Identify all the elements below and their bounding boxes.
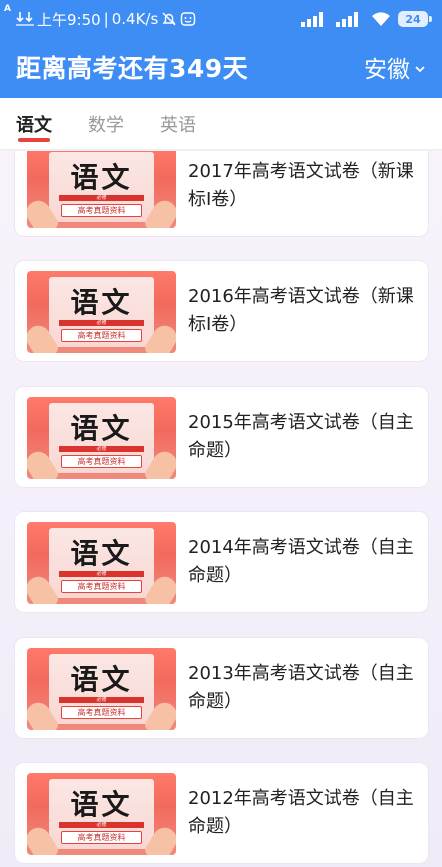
status-time: 上午9:50 — [36, 10, 101, 29]
thumbnail-band: 必修 — [59, 320, 144, 326]
signal-2-icon — [336, 11, 364, 27]
download-arrows-icon — [15, 11, 34, 27]
thumbnail-tag: 高考真题资料 — [61, 831, 142, 844]
mute-bell-icon — [161, 11, 177, 27]
paper-card[interactable]: 语文 必修 高考真题资料 2017年高考语文试卷（新课标I卷） — [14, 151, 429, 237]
thumbnail-subject: 语文 — [70, 537, 133, 570]
paper-card[interactable]: 语文 必修 高考真题资料 2012年高考语文试卷（自主命题） — [14, 762, 429, 864]
paper-title: 2015年高考语文试卷（自主命题） — [188, 412, 414, 461]
signal-icon — [301, 11, 329, 27]
battery-icon: 24 — [398, 11, 432, 27]
tab-chinese[interactable]: 语文 — [16, 98, 52, 150]
wifi-icon — [371, 11, 391, 27]
paper-title: 2016年高考语文试卷（新课标I卷） — [188, 286, 414, 335]
thumbnail-tag: 高考真题资料 — [61, 580, 142, 593]
tab-math[interactable]: 数学 — [88, 98, 124, 150]
status-bar: A 上午9:50 | 0.4K/s 24 — [0, 0, 442, 38]
paper-title: 2012年高考语文试卷（自主命题） — [188, 788, 414, 837]
paper-title: 2013年高考语文试卷（自主命题） — [188, 663, 414, 712]
thumbnail-band: 必修 — [59, 571, 144, 577]
notification-a-icon: A — [4, 4, 11, 14]
thumbnail-subject: 语文 — [70, 412, 133, 445]
paper-thumbnail: 语文 必修 高考真题资料 — [27, 397, 176, 479]
thumbnail-subject: 语文 — [70, 663, 133, 696]
tab-label: 英语 — [160, 114, 196, 136]
paper-list[interactable]: 语文 必修 高考真题资料 2017年高考语文试卷（新课标I卷） 语文 必修 高考… — [0, 151, 442, 867]
thumbnail-subject: 语文 — [70, 788, 133, 821]
network-speed: 0.4K/s — [111, 10, 159, 28]
tab-label: 数学 — [88, 114, 124, 136]
status-divider: | — [103, 10, 109, 28]
thumbnail-tag: 高考真题资料 — [61, 706, 142, 719]
paper-card[interactable]: 语文 必修 高考真题资料 2015年高考语文试卷（自主命题） — [14, 386, 429, 488]
tab-label: 语文 — [16, 114, 52, 136]
thumbnail-subject: 语文 — [70, 286, 133, 319]
app-header: A 上午9:50 | 0.4K/s 24 距离高考还有349天 安徽 — [0, 0, 442, 98]
paper-thumbnail: 语文 必修 高考真题资料 — [27, 271, 176, 353]
paper-card[interactable]: 语文 必修 高考真题资料 2014年高考语文试卷（自主命题） — [14, 511, 429, 613]
thumbnail-tag: 高考真题资料 — [61, 455, 142, 468]
paper-thumbnail: 语文 必修 高考真题资料 — [27, 648, 176, 730]
chevron-down-icon — [414, 54, 426, 80]
battery-level: 24 — [405, 12, 421, 26]
thumbnail-band: 必修 — [59, 822, 144, 828]
paper-thumbnail: 语文 必修 高考真题资料 — [27, 522, 176, 604]
paper-title: 2014年高考语文试卷（自主命题） — [188, 537, 414, 586]
region-label: 安徽 — [364, 57, 410, 83]
subject-tabs: 语文 数学 英语 — [0, 98, 442, 150]
thumbnail-tag: 高考真题资料 — [61, 204, 142, 217]
thumbnail-subject: 语文 — [70, 161, 133, 194]
region-selector[interactable]: 安徽 — [364, 50, 426, 84]
thumbnail-tag: 高考真题资料 — [61, 329, 142, 342]
paper-card[interactable]: 语文 必修 高考真题资料 2016年高考语文试卷（新课标I卷） — [14, 260, 429, 362]
app-face-icon — [180, 11, 196, 27]
thumbnail-band: 必修 — [59, 446, 144, 452]
countdown-title: 距离高考还有349天 — [16, 54, 249, 83]
thumbnail-band: 必修 — [59, 195, 144, 201]
tab-english[interactable]: 英语 — [160, 98, 196, 150]
paper-card[interactable]: 语文 必修 高考真题资料 2013年高考语文试卷（自主命题） — [14, 637, 429, 739]
paper-thumbnail: 语文 必修 高考真题资料 — [27, 773, 176, 855]
paper-thumbnail: 语文 必修 高考真题资料 — [27, 151, 176, 228]
title-bar: 距离高考还有349天 安徽 — [0, 40, 442, 94]
paper-title: 2017年高考语文试卷（新课标I卷） — [188, 161, 414, 210]
thumbnail-band: 必修 — [59, 697, 144, 703]
